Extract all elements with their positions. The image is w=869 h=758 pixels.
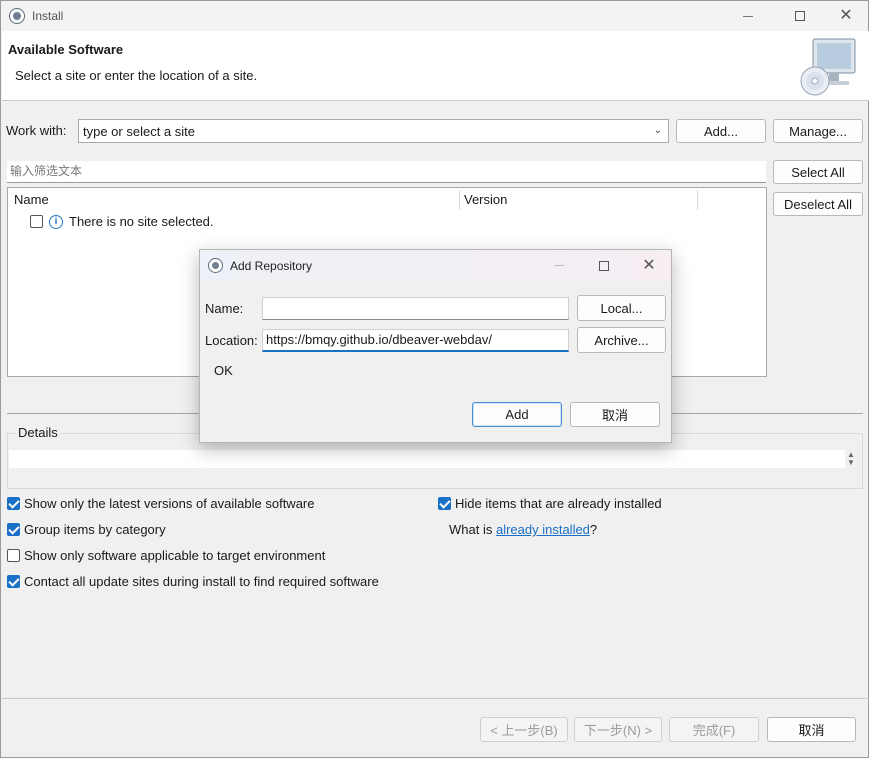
- minimize-button[interactable]: [725, 1, 771, 31]
- already-installed-link[interactable]: already installed: [496, 522, 590, 537]
- filter-input[interactable]: 输入筛选文本: [7, 161, 766, 183]
- dialog-maximize-button[interactable]: [582, 250, 626, 281]
- next-button[interactable]: 下一步(N) >: [574, 717, 662, 742]
- cancel-button[interactable]: 取消: [767, 717, 856, 742]
- select-all-button[interactable]: Select All: [773, 160, 863, 184]
- maximize-button[interactable]: [777, 1, 823, 31]
- title-bar: Install ✕: [1, 1, 868, 31]
- applicable-only-label: Show only software applicable to target …: [24, 548, 326, 563]
- contact-all-sites-checkbox[interactable]: [7, 575, 20, 588]
- back-button[interactable]: < 上一步(B): [480, 717, 568, 742]
- add-repository-dialog: Add Repository ✕ Name: Local... Location…: [199, 249, 672, 443]
- contact-all-sites-option[interactable]: Contact all update sites during install …: [7, 574, 379, 589]
- column-header-name[interactable]: Name: [14, 192, 49, 207]
- work-with-label: Work with:: [6, 123, 67, 138]
- details-legend: Details: [16, 425, 60, 440]
- latest-versions-label: Show only the latest versions of availab…: [24, 496, 315, 511]
- close-button[interactable]: ✕: [823, 1, 869, 31]
- group-by-category-option[interactable]: Group items by category: [7, 522, 166, 537]
- dialog-cancel-button[interactable]: 取消: [570, 402, 660, 427]
- name-label: Name:: [205, 301, 244, 316]
- dialog-app-icon: [208, 258, 223, 273]
- finish-button[interactable]: 完成(F): [669, 717, 759, 742]
- repository-location-field[interactable]: https://bmqy.github.io/dbeaver-webdav/: [262, 329, 569, 352]
- maximize-icon: [795, 11, 805, 21]
- row-checkbox[interactable]: [30, 215, 43, 228]
- work-with-value: type or select a site: [83, 123, 195, 139]
- maximize-icon: [599, 260, 609, 271]
- latest-versions-checkbox[interactable]: [7, 497, 20, 510]
- minimize-icon: [743, 15, 753, 17]
- add-site-button[interactable]: Add...: [676, 119, 766, 143]
- chevron-down-icon: ⌄: [653, 125, 662, 136]
- column-header-version[interactable]: Version: [464, 192, 507, 207]
- row-name: There is no site selected.: [69, 214, 214, 229]
- dialog-status-text: OK: [214, 363, 233, 378]
- info-icon: i: [49, 214, 63, 229]
- dialog-add-button[interactable]: Add: [472, 402, 562, 427]
- hide-installed-label: Hide items that are already installed: [455, 496, 662, 511]
- app-icon: [9, 8, 25, 24]
- group-by-category-checkbox[interactable]: [7, 523, 20, 536]
- what-is-suffix: ?: [589, 522, 598, 537]
- close-icon: ✕: [839, 7, 853, 24]
- latest-versions-option[interactable]: Show only the latest versions of availab…: [7, 496, 315, 511]
- install-banner-icon: [800, 38, 856, 96]
- location-label: Location:: [205, 333, 258, 348]
- table-row[interactable]: i There is no site selected.: [30, 214, 214, 229]
- column-divider[interactable]: [459, 190, 460, 210]
- group-by-category-label: Group items by category: [24, 522, 166, 537]
- local-button[interactable]: Local...: [577, 295, 666, 321]
- close-icon: ✕: [642, 256, 656, 274]
- minimize-icon: [554, 265, 564, 266]
- hide-installed-option[interactable]: Hide items that are already installed: [438, 496, 662, 511]
- dialog-title-bar: Add Repository ✕: [200, 250, 671, 281]
- contact-all-sites-label: Contact all update sites during install …: [24, 574, 379, 589]
- page-title: Available Software: [8, 42, 124, 57]
- dialog-close-button[interactable]: ✕: [627, 250, 671, 281]
- archive-button[interactable]: Archive...: [577, 327, 666, 353]
- details-text: [9, 450, 845, 468]
- footer-divider: [2, 698, 869, 699]
- applicable-only-option[interactable]: Show only software applicable to target …: [7, 548, 325, 563]
- dialog-minimize-button[interactable]: [537, 250, 581, 281]
- details-scrollbar[interactable]: ▲ ▼: [847, 451, 855, 467]
- window-title: Install: [32, 9, 64, 23]
- manage-sites-button[interactable]: Manage...: [773, 119, 863, 143]
- deselect-all-button[interactable]: Deselect All: [773, 192, 863, 216]
- dialog-title: Add Repository: [230, 259, 313, 273]
- page-subtitle: Select a site or enter the location of a…: [15, 68, 258, 83]
- applicable-only-checkbox[interactable]: [7, 549, 20, 562]
- repository-name-field[interactable]: [262, 297, 569, 320]
- work-with-combo[interactable]: type or select a site ⌄: [78, 119, 669, 143]
- what-is-prefix: What is: [449, 522, 496, 537]
- wizard-header: Available Software Select a site or ente…: [2, 31, 869, 101]
- install-window: Install ✕ Available Software Select a si…: [0, 0, 869, 758]
- what-is-installed: What is already installed ?: [449, 522, 597, 537]
- hide-installed-checkbox[interactable]: [438, 497, 451, 510]
- column-divider[interactable]: [697, 190, 698, 210]
